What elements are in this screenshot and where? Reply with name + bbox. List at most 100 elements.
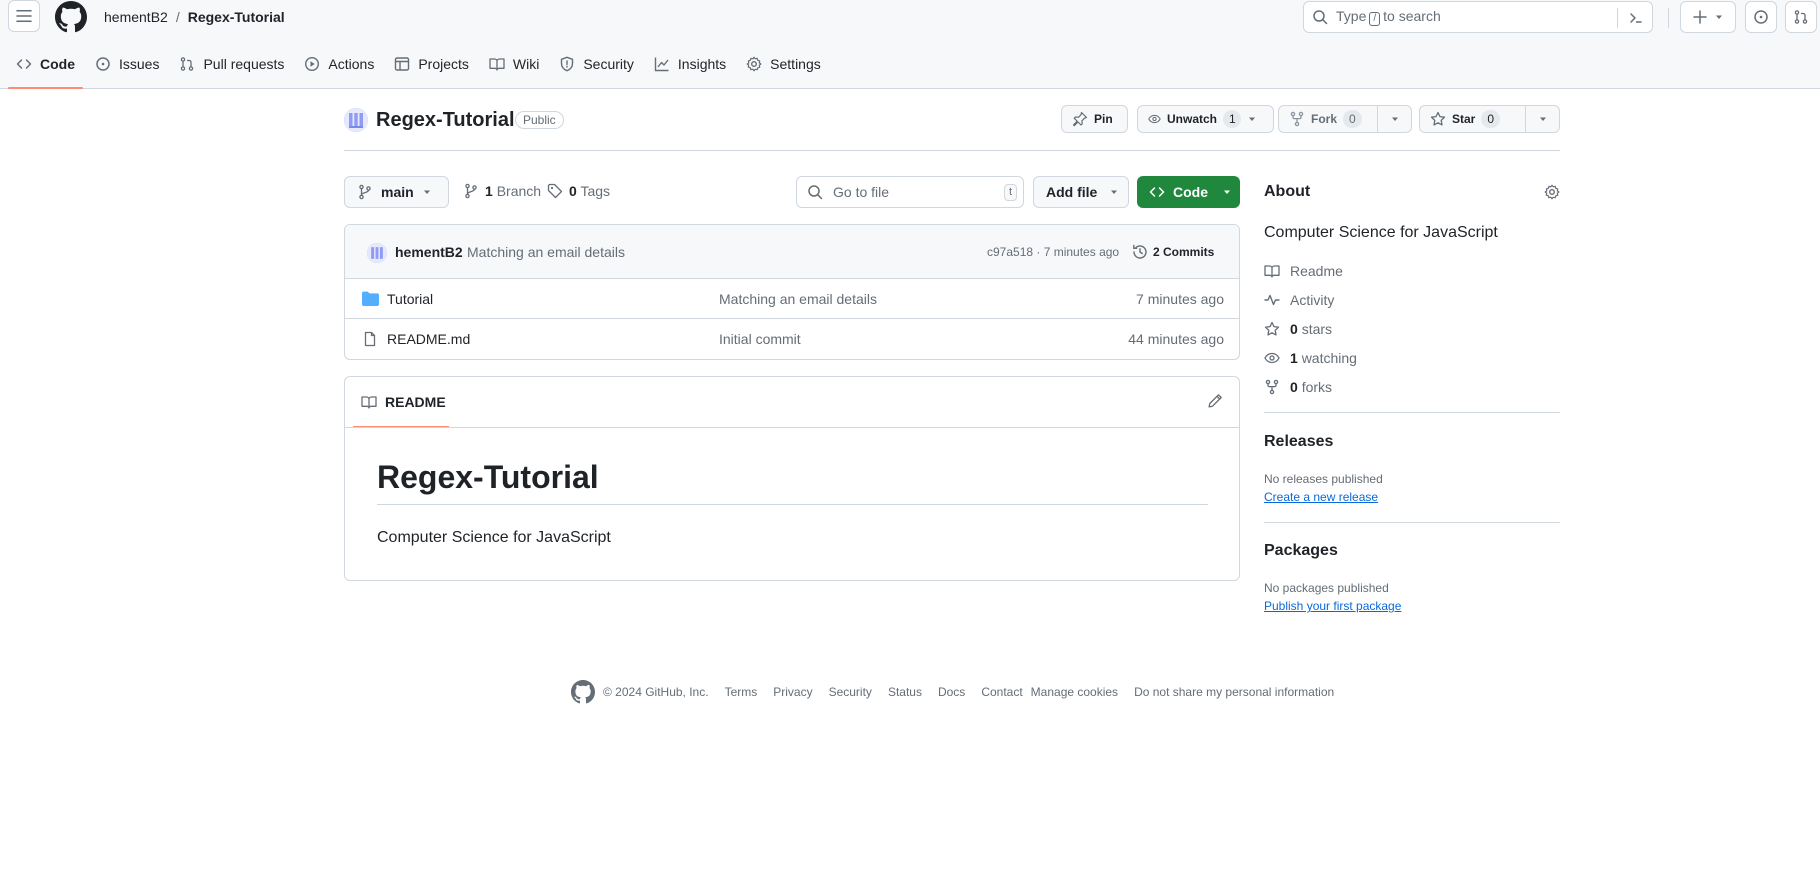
fork-button-group: Fork 0 xyxy=(1278,105,1412,133)
sidebar-activity-link[interactable]: Activity xyxy=(1264,292,1334,308)
branch-selector[interactable]: main xyxy=(344,176,449,208)
issues-button[interactable] xyxy=(1745,1,1777,33)
breadcrumb-repo-link[interactable]: Regex-Tutorial xyxy=(188,9,285,25)
footer-link-docs[interactable]: Docs xyxy=(938,685,965,699)
sidebar-activity-label: Activity xyxy=(1290,292,1335,308)
footer-link-contact[interactable]: Contact xyxy=(981,685,1022,699)
breadcrumb: hementB2 / Regex-Tutorial xyxy=(104,9,285,25)
gear-icon[interactable] xyxy=(1544,184,1560,200)
tab-projects[interactable]: Projects xyxy=(386,48,477,80)
commit-author-avatar[interactable] xyxy=(367,243,387,263)
table-row[interactable]: Tutorial Matching an email details 7 min… xyxy=(345,279,1239,319)
sidebar-divider xyxy=(1264,522,1560,523)
footer-link-privacy[interactable]: Privacy xyxy=(773,685,812,699)
file-commit-message[interactable]: Matching an email details xyxy=(719,291,877,307)
sidebar-readme-link[interactable]: Readme xyxy=(1264,263,1343,279)
tab-wiki-label: Wiki xyxy=(512,56,540,72)
readme-panel: README Regex-Tutorial Computer Science f… xyxy=(344,376,1240,581)
footer-link-terms[interactable]: Terms xyxy=(725,685,758,699)
pencil-icon[interactable] xyxy=(1207,393,1223,409)
search-input[interactable]: Type / to search xyxy=(1303,1,1653,33)
code-icon xyxy=(1149,187,1165,197)
pulse-icon xyxy=(1264,294,1280,306)
tag-label: Tags xyxy=(580,183,611,199)
git-pull-request-icon xyxy=(1794,10,1808,24)
readme-tab[interactable]: README xyxy=(353,377,449,428)
star-dropdown[interactable] xyxy=(1525,106,1559,132)
branch-name: main xyxy=(381,184,414,200)
releases-empty-text: No releases published xyxy=(1264,472,1383,486)
file-name-link[interactable]: Tutorial xyxy=(387,291,433,307)
sidebar-forks-link[interactable]: 0 forks xyxy=(1264,379,1332,395)
commits-link[interactable]: 2 Commits xyxy=(1132,244,1214,260)
unwatch-button[interactable]: Unwatch 1 xyxy=(1137,105,1274,133)
sidebar-stars-link[interactable]: 0 stars xyxy=(1264,321,1332,337)
go-to-file-shortcut: t xyxy=(1003,184,1017,201)
tab-issues[interactable]: Issues xyxy=(87,48,167,80)
releases-heading[interactable]: Releases xyxy=(1264,433,1333,451)
star-button[interactable]: Star 0 xyxy=(1420,106,1525,132)
footer-link-manage-cookies[interactable]: Manage cookies xyxy=(1031,685,1118,699)
tags-link[interactable]: 0 Tags xyxy=(547,183,610,199)
commit-sha-time[interactable]: c97a518 · 7 minutes ago xyxy=(987,245,1119,259)
footer-link-do-not-share[interactable]: Do not share my personal information xyxy=(1134,685,1334,699)
command-palette-icon[interactable] xyxy=(1628,10,1644,26)
branches-link[interactable]: 1 Branch xyxy=(463,183,541,199)
pull-requests-button[interactable] xyxy=(1785,1,1817,33)
triangle-down-icon xyxy=(1539,117,1546,121)
tab-code[interactable]: Code xyxy=(8,48,83,89)
tab-actions[interactable]: Actions xyxy=(296,48,382,80)
star-icon xyxy=(1264,321,1280,336)
readme-body: Computer Science for JavaScript xyxy=(377,529,611,546)
file-name-link[interactable]: README.md xyxy=(387,331,470,347)
sidebar-watching-link[interactable]: 1 watching xyxy=(1264,350,1357,366)
tab-issues-label: Issues xyxy=(119,56,160,72)
fork-dropdown[interactable] xyxy=(1377,106,1411,132)
issue-icon xyxy=(96,57,110,71)
watching-label: watching xyxy=(1301,350,1357,366)
create-release-link[interactable]: Create a new release xyxy=(1264,490,1378,504)
file-commit-message[interactable]: Initial commit xyxy=(719,331,801,347)
unwatch-label: Unwatch xyxy=(1166,112,1217,126)
fork-button[interactable]: Fork 0 xyxy=(1279,106,1377,132)
commit-author-link[interactable]: hementB2 xyxy=(395,244,463,260)
packages-heading[interactable]: Packages xyxy=(1264,542,1338,560)
pin-icon xyxy=(1072,111,1088,127)
menu-button[interactable] xyxy=(8,0,40,32)
triangle-down-icon xyxy=(1249,117,1255,121)
repo-name[interactable]: Regex-Tutorial xyxy=(376,109,515,132)
footer-link-security[interactable]: Security xyxy=(829,685,872,699)
issue-opened-icon xyxy=(1754,10,1768,24)
publish-package-link[interactable]: Publish your first package xyxy=(1264,599,1401,613)
tag-icon xyxy=(547,183,563,199)
star-label: Star xyxy=(1452,112,1476,126)
about-heading: About xyxy=(1264,183,1311,200)
readme-divider xyxy=(345,427,1239,428)
table-row[interactable]: README.md Initial commit 44 minutes ago xyxy=(345,319,1239,359)
git-branch-icon xyxy=(465,183,477,199)
tab-wiki[interactable]: Wiki xyxy=(481,48,547,80)
pin-button[interactable]: Pin xyxy=(1061,105,1128,133)
repo-owner-avatar[interactable] xyxy=(344,108,368,132)
code-button-label: Code xyxy=(1173,184,1208,200)
branch-count: 1 xyxy=(485,183,493,199)
add-file-button[interactable]: Add file xyxy=(1033,176,1129,208)
github-logo-icon[interactable] xyxy=(55,1,87,33)
tab-security[interactable]: Security xyxy=(551,48,642,80)
commit-message-link[interactable]: Matching an email details xyxy=(467,244,625,260)
repo-navigation: Code Issues Pull requests Actions Projec… xyxy=(8,48,829,89)
create-new-button[interactable] xyxy=(1680,1,1736,33)
go-to-file-input[interactable]: Go to file t xyxy=(796,176,1024,208)
readme-title: Regex-Tutorial xyxy=(377,459,1208,505)
tab-settings[interactable]: Settings xyxy=(738,48,829,80)
footer-link-status[interactable]: Status xyxy=(888,685,922,699)
github-mark-icon[interactable] xyxy=(571,680,595,704)
tab-insights[interactable]: Insights xyxy=(646,48,734,80)
tag-count: 0 xyxy=(569,183,577,199)
forks-label: forks xyxy=(1301,379,1333,395)
triangle-down-icon xyxy=(1391,117,1398,121)
tab-pull-requests[interactable]: Pull requests xyxy=(171,48,292,80)
code-button[interactable]: Code xyxy=(1137,176,1240,208)
breadcrumb-owner-link[interactable]: hementB2 xyxy=(104,9,168,25)
star-count: 0 xyxy=(1481,110,1501,128)
